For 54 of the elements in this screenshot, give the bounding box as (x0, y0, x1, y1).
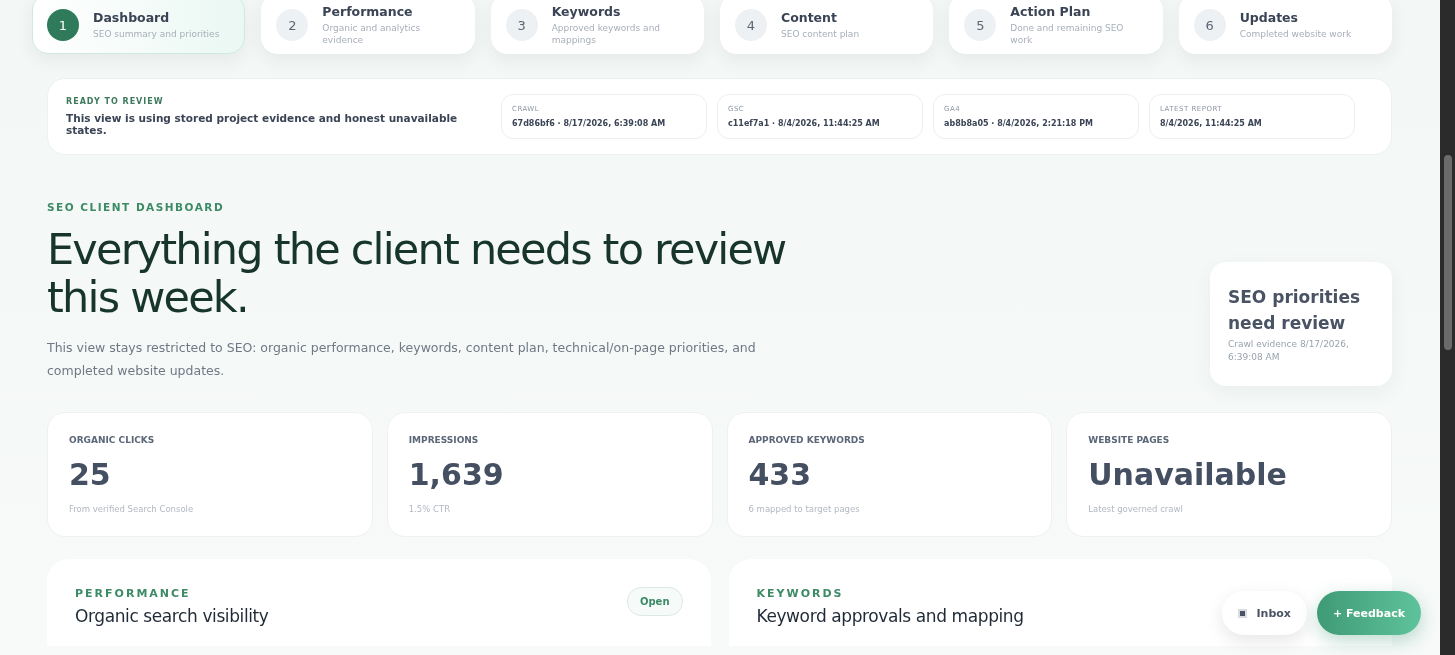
metric-note: 6 mapped to target pages (748, 504, 861, 515)
step-tab[interactable]: 5 Action Plan Done and remaining SEO work (949, 0, 1163, 54)
source-value: 67d86bf6 · 8/17/2026, 6:39:08 AM (512, 119, 667, 128)
metric-value: 433 (748, 457, 813, 493)
scrollbar[interactable] (1440, 0, 1455, 655)
metric-value: 25 (69, 457, 112, 493)
step-subtitle: SEO summary and priorities (93, 28, 220, 41)
step-tab[interactable]: 4 Content SEO content plan (720, 0, 934, 54)
section-eyebrow: SEO CLIENT DASHBOARD (47, 201, 226, 213)
step-title: Keywords (551, 3, 622, 19)
metric-value: 1,639 (408, 457, 505, 493)
metric-label: ORGANIC CLICKS (69, 435, 156, 446)
metric-note: From verified Search Console (69, 504, 195, 515)
metric-label: APPROVED KEYWORDS (748, 435, 866, 446)
step-tab[interactable]: 1 Dashboard SEO summary and priorities (32, 0, 246, 54)
source-value: 8/4/2026, 11:44:25 AM (1160, 119, 1263, 128)
square-icon (1237, 608, 1247, 618)
metric-note: 1.5% CTR (408, 504, 452, 515)
step-subtitle: Organic and analytics evidence (322, 22, 422, 47)
panel-title: Keyword approvals and mapping (756, 606, 1024, 627)
panel-eyebrow: KEYWORDS (756, 587, 845, 601)
step-title: Dashboard (93, 9, 171, 25)
step-number: 3 (505, 9, 538, 41)
step-title: Action Plan (1010, 3, 1092, 19)
page-description: This view stays restricted to SEO: organic performance, keywords, content plan, technical/on-page priorities, and completed website updates. (47, 339, 757, 380)
step-number: 6 (1193, 9, 1226, 41)
priority-title: SEO priorities need review (1228, 285, 1362, 335)
source-value: c11ef7a1 · 8/4/2026, 11:44:25 AM (728, 119, 881, 128)
panel-eyebrow: PERFORMANCE (75, 587, 192, 601)
step-subtitle: Approved keywords and mappings (551, 22, 662, 47)
step-number: 4 (735, 9, 767, 41)
open-button[interactable]: Open (626, 587, 683, 617)
step-tab[interactable]: 6 Updates Completed website work (1178, 0, 1392, 54)
step-subtitle: SEO content plan (781, 28, 860, 41)
source-value: ab8b8a05 · 8/4/2026, 2:21:18 PM (944, 119, 1095, 128)
status-message: This view is using stored project evidence and honest unavailable states. (66, 112, 459, 136)
metric-note: Latest governed crawl (1088, 504, 1184, 515)
priority-detail: Crawl evidence 8/17/2026, 6:39:08 AM (1228, 338, 1350, 365)
step-number: 2 (276, 9, 309, 41)
step-title: Performance (322, 3, 414, 19)
status-label: READY TO REVIEW (66, 97, 165, 106)
metric-label: IMPRESSIONS (408, 435, 480, 446)
step-subtitle: Completed website work (1239, 28, 1352, 41)
step-title: Updates (1239, 9, 1300, 25)
page-heading: Everything the client needs to review this week. (47, 225, 787, 322)
step-tab[interactable]: 2 Performance Organic and analytics evidence (261, 0, 475, 54)
step-number: 5 (964, 9, 997, 41)
step-number: 1 (47, 9, 79, 41)
step-subtitle: Done and remaining SEO work (1010, 22, 1125, 47)
metric-value: Unavailable (1088, 457, 1288, 493)
step-tab[interactable]: 3 Keywords Approved keywords and mappings (490, 0, 704, 54)
panel-title: Organic search visibility (75, 606, 269, 627)
step-title: Content (781, 9, 838, 25)
metric-label: WEBSITE PAGES (1088, 435, 1171, 446)
